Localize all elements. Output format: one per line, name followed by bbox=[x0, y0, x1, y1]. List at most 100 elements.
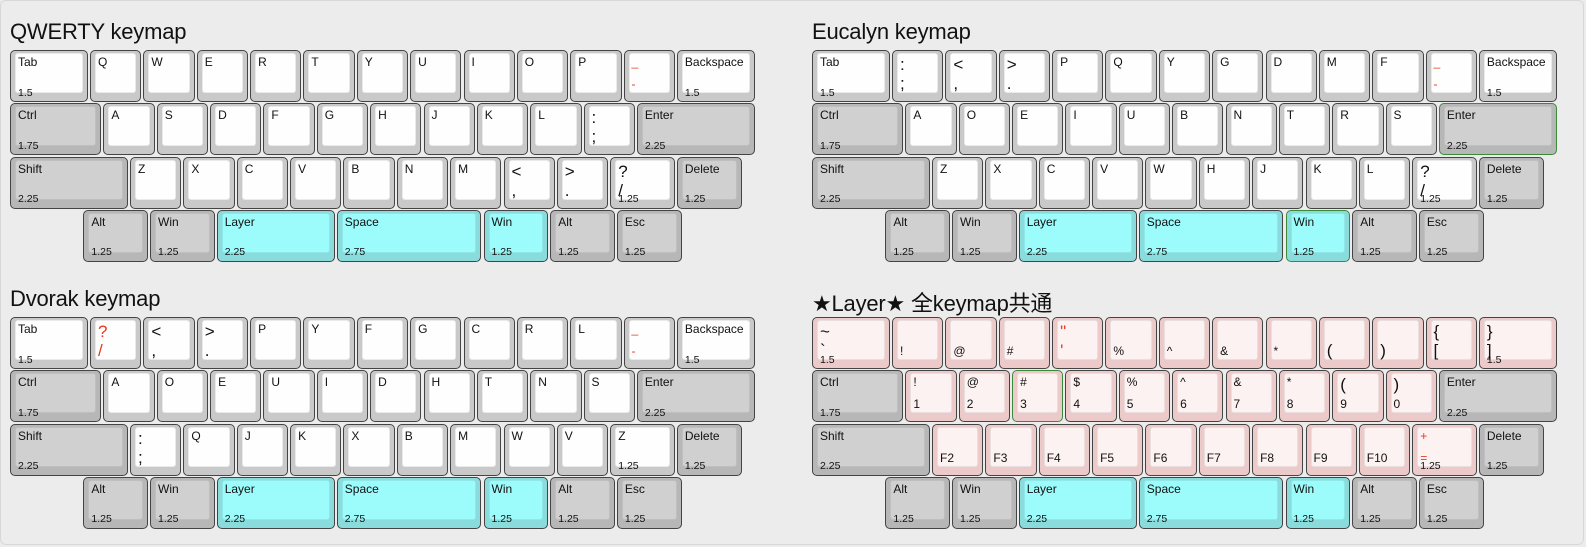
key-label-top: % bbox=[1126, 375, 1138, 390]
key-s: S bbox=[583, 370, 635, 423]
key-label-top: A bbox=[913, 108, 922, 123]
key-g: G bbox=[410, 317, 462, 369]
key-symbol: + = 1.25 bbox=[1412, 423, 1477, 476]
key-label-top: H bbox=[378, 108, 387, 123]
key-width-label: 1.25 bbox=[1426, 513, 1448, 526]
key-label-top: E bbox=[218, 375, 227, 390]
key-esc: Esc 1.25 bbox=[616, 209, 682, 262]
key-w: W bbox=[143, 50, 195, 102]
key-label-top: Tab bbox=[18, 322, 38, 336]
key-z: Z bbox=[932, 156, 984, 209]
key-label-top: ? bbox=[1420, 161, 1430, 181]
key-width-label: 1.5 bbox=[18, 353, 33, 366]
key-label-bottom: 4 bbox=[1073, 397, 1081, 412]
key-space: Space 2.75 bbox=[336, 476, 482, 529]
key-label-top: Tab bbox=[18, 55, 38, 69]
key-label-top: Win bbox=[1293, 214, 1315, 229]
key-label-top: & bbox=[1233, 375, 1242, 390]
key-label-top: V bbox=[1100, 161, 1109, 176]
key-ctrl: Ctrl 1.75 bbox=[812, 370, 904, 423]
key-enter: Enter 2.25 bbox=[636, 103, 755, 156]
key-symbol: ! bbox=[892, 317, 944, 369]
key-backspace: Backspace 1.5 bbox=[1478, 50, 1557, 102]
key-width-label: 1.25 bbox=[1293, 513, 1314, 526]
key-label-top: Delete bbox=[1486, 428, 1522, 443]
key-symbol: F8 bbox=[1252, 423, 1304, 476]
key-width-label: 2.25 bbox=[1026, 513, 1048, 526]
key-label-top: Delete bbox=[684, 428, 720, 443]
key-label-top: F bbox=[1380, 55, 1388, 69]
key-r: R bbox=[516, 317, 569, 369]
key-symbol: >. bbox=[196, 317, 249, 369]
key-d: D bbox=[210, 103, 262, 156]
key-width-label: 1.5 bbox=[820, 353, 835, 366]
key-label-top: L bbox=[1366, 161, 1374, 176]
key-q: Q bbox=[90, 50, 142, 102]
key-width-label: 2.25 bbox=[18, 460, 39, 473]
key-symbol: @ bbox=[945, 317, 997, 369]
key-n: N bbox=[1225, 103, 1277, 156]
key-width-label: 1.5 bbox=[820, 86, 835, 99]
key-enter: Enter 2.25 bbox=[636, 370, 755, 423]
key-win: Win 1.25 bbox=[150, 476, 215, 529]
key-p: P bbox=[250, 317, 302, 369]
key-label-top: Z bbox=[138, 161, 146, 176]
key-p: P bbox=[1052, 50, 1104, 102]
key-width-label: 2.75 bbox=[1146, 246, 1168, 259]
key-f: F bbox=[263, 103, 315, 156]
key-label-top: Alt bbox=[558, 481, 573, 496]
key-width-label: 1.25 bbox=[1426, 246, 1448, 259]
key-label-top: Alt bbox=[1360, 214, 1375, 229]
key-k: K bbox=[290, 423, 342, 476]
key-label-top: R bbox=[1340, 108, 1349, 123]
key-symbol: F10 bbox=[1358, 423, 1411, 476]
key-label-top: Win bbox=[960, 481, 981, 496]
key-width-label: 1.25 bbox=[893, 246, 914, 259]
key-m: M bbox=[450, 423, 502, 476]
key-e: E bbox=[210, 370, 262, 423]
key-label-top: > bbox=[564, 161, 575, 181]
key-n: N bbox=[396, 156, 449, 209]
key-backspace: Backspace 1.5 bbox=[676, 317, 755, 369]
key-ctrl: Ctrl 1.75 bbox=[812, 103, 904, 156]
key-alt: Alt 1.25 bbox=[885, 476, 951, 529]
key-label-bottom: ' bbox=[1060, 341, 1064, 360]
key-symbol: ( bbox=[1318, 317, 1371, 369]
key-label-top: B bbox=[404, 428, 413, 443]
key-label-bottom: F6 bbox=[1153, 450, 1168, 465]
key-u: U bbox=[1118, 103, 1171, 156]
key-symbol: F7 bbox=[1198, 423, 1251, 476]
key-width-label: 2.75 bbox=[344, 513, 366, 526]
key-i: I bbox=[1065, 103, 1117, 156]
key-label-top: W bbox=[1153, 161, 1165, 176]
key-label-top: C bbox=[1046, 161, 1056, 176]
key-label-top: Backspace bbox=[684, 322, 744, 336]
key-c: C bbox=[463, 317, 515, 369]
key-label-top: P bbox=[1060, 55, 1069, 69]
key-win: Win 1.25 bbox=[483, 209, 549, 262]
key-c: C bbox=[236, 156, 289, 209]
key-k: K bbox=[1305, 156, 1357, 209]
key-label-top: G bbox=[1220, 55, 1230, 69]
key-label-bottom: F5 bbox=[1100, 450, 1115, 465]
key-label-top: Y bbox=[364, 55, 373, 69]
key-y: Y bbox=[303, 317, 355, 369]
key-label-top: ~ bbox=[820, 322, 830, 341]
key-symbol: }] 1.5 bbox=[1478, 317, 1557, 369]
key-label-top: Tab bbox=[820, 55, 840, 69]
key-width-label: 1.25 bbox=[893, 513, 914, 526]
key-width-label: 1.25 bbox=[558, 246, 579, 259]
key-symbol: % 5 bbox=[1118, 370, 1171, 423]
key-label-bottom: F4 bbox=[1046, 450, 1061, 465]
key-symbol: ) 0 bbox=[1385, 370, 1437, 423]
key-label-top: L bbox=[538, 108, 545, 123]
key-tab: Tab 1.5 bbox=[10, 50, 88, 102]
key-win: Win 1.25 bbox=[1285, 209, 1351, 262]
key-j: J bbox=[1252, 156, 1304, 209]
key-width-label: 2.75 bbox=[344, 246, 366, 259]
key-label-top: Layer bbox=[224, 214, 255, 229]
key-c: C bbox=[1038, 156, 1091, 209]
key-label-top: X bbox=[191, 161, 200, 176]
key-label-top: A bbox=[111, 375, 120, 390]
key-label-top: X bbox=[993, 161, 1002, 176]
